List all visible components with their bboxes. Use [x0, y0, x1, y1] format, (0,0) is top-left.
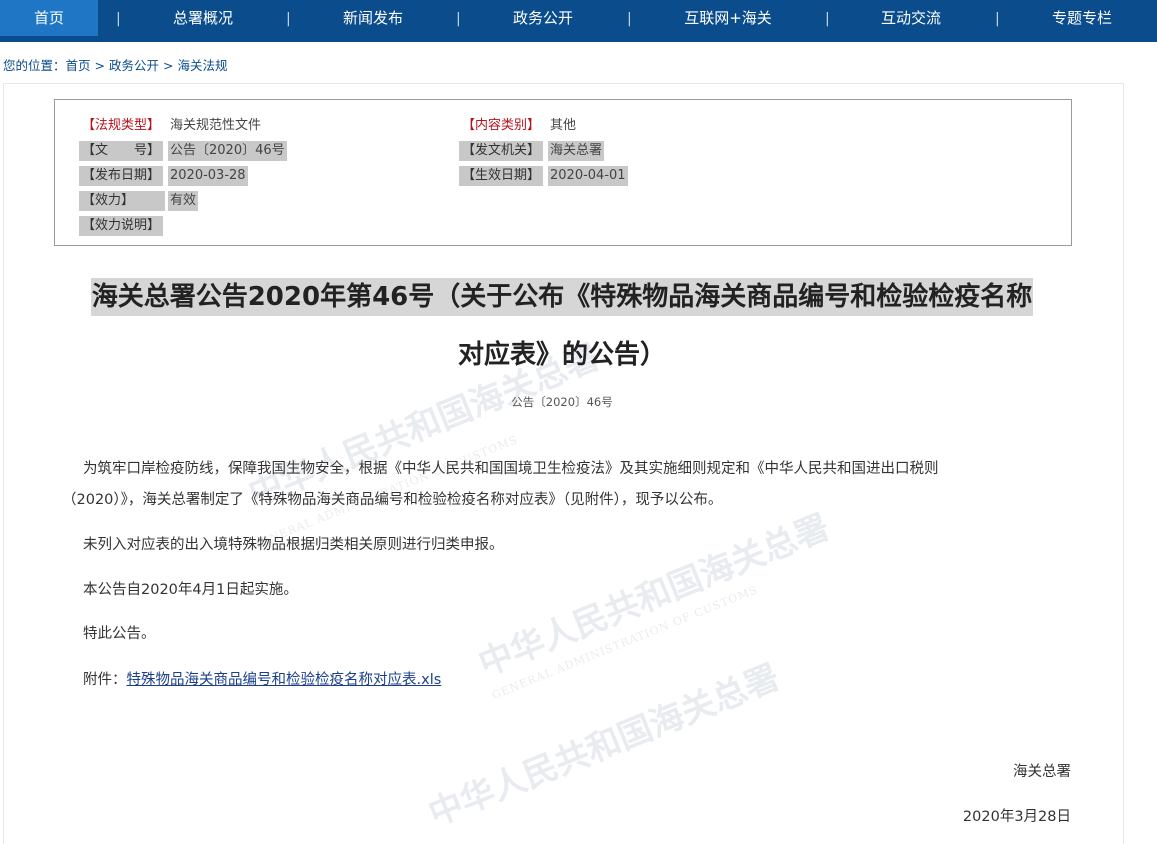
paragraph-1-line2: （2020）》，海关总署制定了《特殊物品海关商品编号和检验检疫名称对应表》（见附… [62, 492, 723, 508]
paragraph-4: 特此公告。 [83, 626, 156, 642]
nav-separator: | [116, 11, 121, 27]
paragraph-3: 本公告自2020年4月1日起实施。 [83, 582, 298, 598]
meta-docno-value: 公告〔2020〕46号 [168, 141, 287, 161]
meta-validity-note-label: 【效力说明】 [79, 216, 164, 236]
meta-validity-label: 【效力】 [79, 191, 165, 211]
meta-pubdate-value: 2020-03-28 [168, 166, 248, 186]
breadcrumb-home[interactable]: 首页 [66, 58, 91, 73]
meta-issuer-value: 海关总署 [548, 141, 605, 161]
breadcrumb-separator: > [94, 58, 106, 73]
signature-date: 2020年3月28日 [962, 809, 1071, 825]
nav-item-special-topics[interactable]: 专题专栏 [1020, 0, 1144, 36]
meta-docno-label: 【文 号】 [79, 141, 164, 161]
breadcrumb-gov-affairs[interactable]: 政务公开 [109, 58, 159, 73]
meta-pubdate-label: 【发布日期】 [79, 166, 164, 186]
breadcrumb: 您的位置：首页 > 政务公开 > 海关法规 [3, 55, 228, 74]
article-title-line2: 对应表》的公告） [457, 340, 666, 370]
nav-separator: | [286, 11, 291, 27]
nav-item-news[interactable]: 新闻发布 [310, 0, 436, 36]
breadcrumb-customs-regulations[interactable]: 海关法规 [178, 58, 228, 73]
article-title: 海关总署公告2020年第46号（关于公布《特殊物品海关商品编号和检验检疫名称 [0, 276, 1124, 316]
breadcrumb-prefix: 您的位置： [3, 58, 66, 73]
breadcrumb-separator: > [163, 58, 174, 73]
nav-separator: | [825, 11, 830, 27]
meta-issuer-label: 【发文机关】 [459, 141, 544, 161]
paragraph-1: 为筑牢口岸检疫防线，保障我国生物安全，根据《中华人民共和国国境卫生检疫法》及其实… [62, 454, 1062, 485]
nav-item-internet-customs[interactable]: 互联网+海关 [660, 0, 796, 36]
signature-issuer: 海关总署 [1013, 764, 1071, 780]
nav-item-overview[interactable]: 总署概况 [140, 0, 266, 36]
nav-item-interaction[interactable]: 互动交流 [848, 0, 974, 36]
nav-separator: | [456, 11, 461, 27]
meta-category-value: 其他 [550, 118, 577, 133]
article-docno: 公告〔2020〕46号 [511, 395, 613, 409]
paragraph-1-line1: 为筑牢口岸检疫防线，保障我国生物安全，根据《中华人民共和国国境卫生检疫法》及其实… [83, 461, 939, 477]
nav-item-home[interactable]: 首页 [0, 0, 98, 36]
paragraph-2: 未列入对应表的出入境特殊物品根据归类相关原则进行归类申报。 [83, 537, 504, 553]
meta-effdate-label: 【生效日期】 [459, 166, 544, 186]
paragraph-1-cont: （2020）》，海关总署制定了《特殊物品海关商品编号和检验检疫名称对应表》（见附… [62, 485, 1062, 516]
attachment-line: 附件：特殊物品海关商品编号和检验检疫名称对应表.xls [62, 665, 1062, 696]
meta-validity-value: 有效 [168, 191, 199, 211]
top-nav-bar: 首页 | 总署概况 | 新闻发布 | 政务公开 | 互联网+海关 | 互动交流 … [0, 0, 1157, 42]
meta-type-label: 【法规类型】 [82, 118, 161, 133]
nav-separator: | [627, 11, 632, 27]
attachment-link[interactable]: 特殊物品海关商品编号和检验检疫名称对应表.xls [127, 672, 442, 688]
nav-item-gov-affairs[interactable]: 政务公开 [480, 0, 606, 36]
nav-separator: | [995, 11, 1000, 27]
article-title-line1: 海关总署公告2020年第46号（关于公布《特殊物品海关商品编号和检验检疫名称 [90, 278, 1034, 316]
meta-category-label: 【内容类别】 [462, 118, 541, 133]
meta-effdate-value: 2020-04-01 [548, 166, 628, 186]
regulation-metadata-box: 【法规类型】 海关规范性文件 【内容类别】 其他 【文 号】 公告〔2020〕4… [54, 99, 1072, 246]
attachment-prefix: 附件： [83, 672, 127, 688]
meta-type-value: 海关规范性文件 [170, 118, 262, 133]
